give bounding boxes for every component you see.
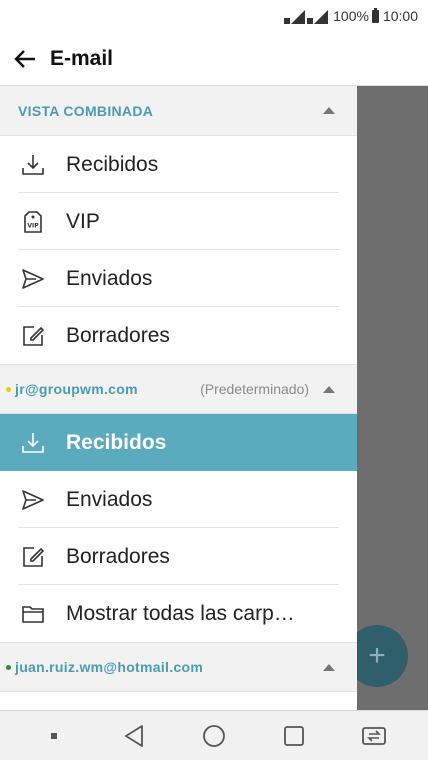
clock: 10:00 bbox=[382, 8, 418, 24]
system-nav-bar bbox=[0, 710, 428, 760]
account-email: jr@groupwm.com bbox=[15, 381, 138, 397]
account-color-dot bbox=[6, 664, 11, 670]
recents-square-icon[interactable] bbox=[274, 716, 314, 756]
app-bar: E-mail bbox=[0, 32, 428, 86]
account-header-hotmail[interactable]: juan.ruiz.wm@hotmail.com bbox=[0, 642, 357, 692]
drawer-scrim[interactable] bbox=[357, 86, 428, 710]
inbox-download-icon bbox=[0, 430, 66, 456]
home-circle-icon[interactable] bbox=[194, 716, 234, 756]
battery-icon bbox=[371, 7, 379, 23]
folder-label: Enviados bbox=[66, 487, 153, 511]
folder-item-show-all[interactable]: Mostrar todas las carp… bbox=[0, 585, 357, 642]
folder-icon bbox=[0, 601, 66, 627]
inbox-download-icon bbox=[0, 152, 66, 178]
vip-tag-icon: VIP bbox=[0, 209, 66, 235]
back-triangle-icon[interactable] bbox=[114, 716, 154, 756]
dual-window-icon[interactable] bbox=[354, 716, 394, 756]
account-header-groupwm[interactable]: jr@groupwm.com (Predeterminado) bbox=[0, 364, 357, 414]
plus-icon: + bbox=[368, 639, 386, 672]
combined-view-label: VISTA COMBINADA bbox=[18, 102, 154, 119]
svg-text:VIP: VIP bbox=[27, 222, 39, 229]
status-bar: 100% 10:00 bbox=[0, 0, 428, 32]
collapse-caret-icon[interactable] bbox=[323, 107, 335, 114]
folder-item-drafts-account[interactable]: Borradores bbox=[0, 528, 357, 585]
battery-percent: 100% bbox=[333, 8, 369, 24]
folder-label: Recibidos bbox=[66, 152, 159, 176]
combined-view-header[interactable]: VISTA COMBINADA bbox=[0, 86, 357, 136]
back-arrow-icon[interactable] bbox=[0, 32, 50, 86]
folder-label: Borradores bbox=[66, 544, 170, 568]
collapse-caret-icon[interactable] bbox=[323, 663, 335, 671]
menu-dot-icon[interactable] bbox=[34, 716, 74, 756]
account-email: juan.ruiz.wm@hotmail.com bbox=[15, 659, 204, 675]
folder-item-drafts-combined[interactable]: Borradores bbox=[0, 307, 357, 364]
folder-label: Recibidos bbox=[66, 430, 167, 454]
draft-edit-icon bbox=[0, 323, 66, 349]
signal-icon bbox=[283, 8, 329, 24]
draft-edit-icon bbox=[0, 544, 66, 570]
folder-item-inbox-combined[interactable]: Recibidos bbox=[0, 136, 357, 193]
send-icon bbox=[0, 266, 66, 292]
folder-item-sent-account[interactable]: Enviados bbox=[0, 471, 357, 528]
default-tag: (Predeterminado) bbox=[200, 381, 309, 397]
folder-label: Enviados bbox=[66, 266, 153, 290]
send-icon bbox=[0, 487, 66, 513]
folder-label: Borradores bbox=[66, 323, 170, 347]
folder-label: VIP bbox=[66, 209, 100, 233]
folder-item-sent-combined[interactable]: Enviados bbox=[0, 250, 357, 307]
navigation-drawer: VISTA COMBINADA Recibidos VIP VIP Enviad… bbox=[0, 86, 357, 710]
account-color-dot bbox=[6, 386, 11, 392]
folder-item-inbox-account[interactable]: Recibidos bbox=[0, 414, 357, 471]
folder-label: Mostrar todas las carp… bbox=[66, 601, 295, 625]
page-title: E-mail bbox=[50, 46, 114, 70]
collapse-caret-icon[interactable] bbox=[323, 385, 335, 393]
folder-item-vip[interactable]: VIP VIP bbox=[0, 193, 357, 250]
